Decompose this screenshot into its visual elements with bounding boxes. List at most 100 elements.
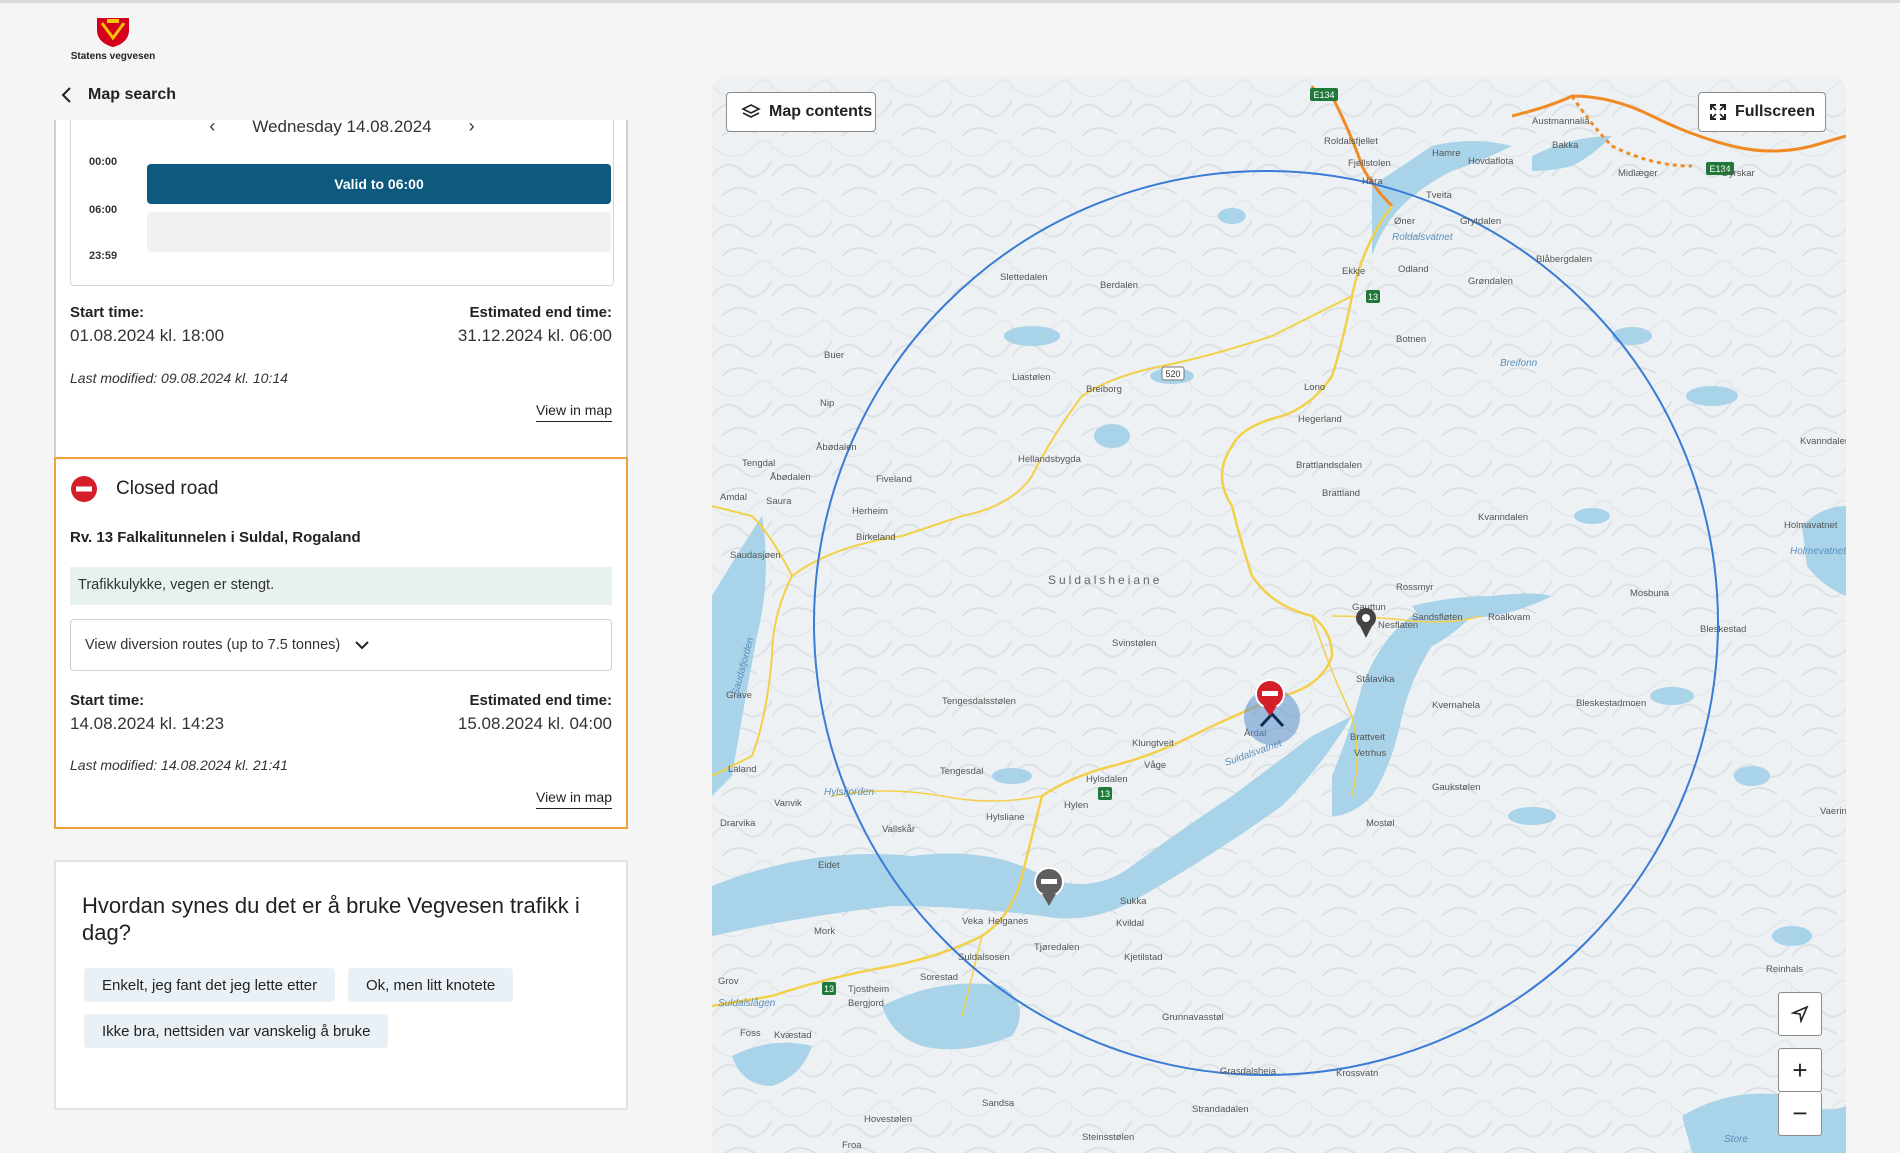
place-label: Grasdalsheia [1220, 1066, 1277, 1077]
place-label: Åbødalen [770, 472, 811, 483]
map-contents-label: Map contents [769, 103, 873, 120]
place-label: Kvanndalen [1800, 436, 1846, 447]
place-label: Herheim [852, 506, 888, 517]
diversion-label: View diversion routes (up to 7.5 tonnes) [85, 637, 341, 653]
place-label: Mostøl [1366, 818, 1395, 829]
view-in-map-link[interactable]: View in map [535, 789, 612, 809]
fullscreen-button[interactable]: Fullscreen [1697, 92, 1826, 132]
closed-road-card[interactable]: Closed road Rv. 13 Falkalitunnelen i Sul… [54, 457, 628, 829]
place-label: Grytdalen [1460, 216, 1501, 227]
survey-option-bad[interactable]: Ikke bra, nettsiden var vanskelig å bruk… [84, 1014, 389, 1048]
chevron-down-icon [355, 641, 369, 650]
road-shield-label: E134 [1313, 90, 1334, 100]
place-label: Vallskår [882, 824, 915, 835]
place-label: Kvernahela [1432, 700, 1481, 711]
place-label: Saudasjøen [730, 550, 781, 561]
place-label: Stålavika [1356, 674, 1395, 685]
place-label: Roalkvam [1488, 612, 1530, 623]
map-contents-button[interactable]: Map contents [726, 92, 877, 132]
start-time-value: 14.08.2024 kl. 14:23 [70, 714, 225, 733]
place-label: Hovdaflota [1468, 156, 1514, 167]
place-label: Vaering [1820, 806, 1846, 817]
place-label: Froa [842, 1140, 862, 1151]
place-label: Bergjord [848, 998, 884, 1009]
place-label: Tengesdalsstølen [942, 696, 1016, 707]
vegvesen-shield-icon [97, 18, 129, 47]
start-time-label: Start time: [70, 692, 145, 709]
place-label: Roldalsfjellet [1324, 136, 1378, 147]
map-canvas[interactable]: E134 E134 13 13 13 520 Roldalsfjellet Hå… [712, 76, 1846, 1153]
place-label: Tengdal [742, 458, 775, 469]
survey-option-easy[interactable]: Enkelt, jeg fant det jeg lette etter [84, 968, 336, 1002]
place-label: Brattlandsdalen [1296, 460, 1362, 471]
place-label: Drarvika [720, 818, 756, 829]
place-label: Amdal [720, 492, 747, 503]
place-label: Hegerland [1298, 414, 1342, 425]
survey-option-ok[interactable]: Ok, men litt knotete [348, 968, 514, 1002]
date-navigator: ‹ Wednesday 14.08.2024 › [71, 120, 613, 137]
place-label: Suldalsheiane [1048, 573, 1162, 587]
incident-note: Trafikkulykke, vegen er stengt. [70, 567, 612, 605]
place-label: Kvildal [1116, 918, 1144, 929]
road-shield-label: 13 [1100, 789, 1110, 799]
place-label: Bakka [1552, 140, 1579, 151]
next-day-button[interactable]: › [462, 120, 482, 137]
last-modified: Last modified: 14.08.2024 kl. 21:41 [70, 757, 288, 773]
place-label: Reinhals [1766, 964, 1803, 975]
time-label: 06:00 [89, 204, 118, 216]
place-label: Vanvik [774, 798, 802, 809]
place-label: Tveita [1426, 190, 1453, 201]
place-label: Gaukstølen [1432, 782, 1481, 793]
start-time-value: 01.08.2024 kl. 18:00 [70, 326, 225, 345]
place-label: Tengesdal [940, 766, 983, 777]
place-label: Buer [824, 350, 844, 361]
place-label: Slettedalen [1000, 272, 1048, 283]
place-label: Sukka [1120, 896, 1147, 907]
place-label: Holmavatnet [1784, 520, 1838, 531]
place-label: Øner [1394, 216, 1415, 227]
place-label: Fjellstolen [1348, 158, 1391, 169]
zoom-out-button[interactable]: − [1778, 1092, 1822, 1136]
place-label: Birkeland [856, 532, 896, 543]
place-label: Berdalen [1100, 280, 1138, 291]
road-shield-label: 13 [824, 984, 834, 994]
place-label: Klungtveit [1132, 738, 1174, 749]
closed-road-header: Closed road [70, 475, 218, 503]
back-label: Map search [88, 86, 177, 103]
place-label: Mork [814, 926, 835, 937]
place-label: Hylsfjorden [824, 787, 874, 798]
place-label: Hylsliane [986, 812, 1025, 823]
brand-logo[interactable]: Statens vegvesen [66, 16, 160, 62]
road-shield-label: 520 [1165, 369, 1180, 379]
place-label: Veka [962, 916, 984, 927]
place-label: Nip [820, 398, 834, 409]
my-location-button[interactable] [1778, 992, 1822, 1036]
previous-day-button[interactable]: ‹ [202, 120, 222, 137]
layers-icon [741, 104, 761, 118]
place-label: Hylsdalen [1086, 774, 1128, 785]
place-label: Suldalsosen [958, 952, 1010, 963]
place-label: Grunnavasstøl [1162, 1012, 1224, 1023]
diversion-routes-toggle[interactable]: View diversion routes (up to 7.5 tonnes) [70, 619, 612, 671]
place-label: Håra [1362, 176, 1383, 187]
place-label: Bleskestad [1700, 624, 1746, 635]
place-label: Saura [766, 496, 792, 507]
map-view[interactable]: E134 E134 13 13 13 520 Roldalsfjellet Hå… [712, 76, 1846, 1153]
place-label: Holmevatnet [1790, 546, 1846, 557]
place-label: Lono [1304, 382, 1325, 393]
place-label: Kjetilstad [1124, 952, 1163, 963]
place-label: Breifonn [1500, 358, 1538, 369]
view-in-map-link[interactable]: View in map [535, 402, 612, 422]
results-panel[interactable]: ‹ Wednesday 14.08.2024 › 00:00 06:00 23:… [54, 120, 628, 1153]
place-label: Grov [718, 976, 739, 987]
back-to-map-search-link[interactable]: Map search [60, 86, 176, 104]
place-label: Fiveland [876, 474, 912, 485]
place-label: Sorestad [920, 972, 958, 983]
place-label: Hamre [1432, 148, 1461, 159]
zoom-in-button[interactable]: + [1778, 1048, 1822, 1092]
brand-name: Statens vegvesen [70, 51, 156, 62]
place-label: Kvanndalen [1478, 512, 1528, 523]
empty-validity-bar [147, 212, 611, 252]
place-label: Brattland [1322, 488, 1360, 499]
chevron-left-icon [61, 87, 71, 103]
